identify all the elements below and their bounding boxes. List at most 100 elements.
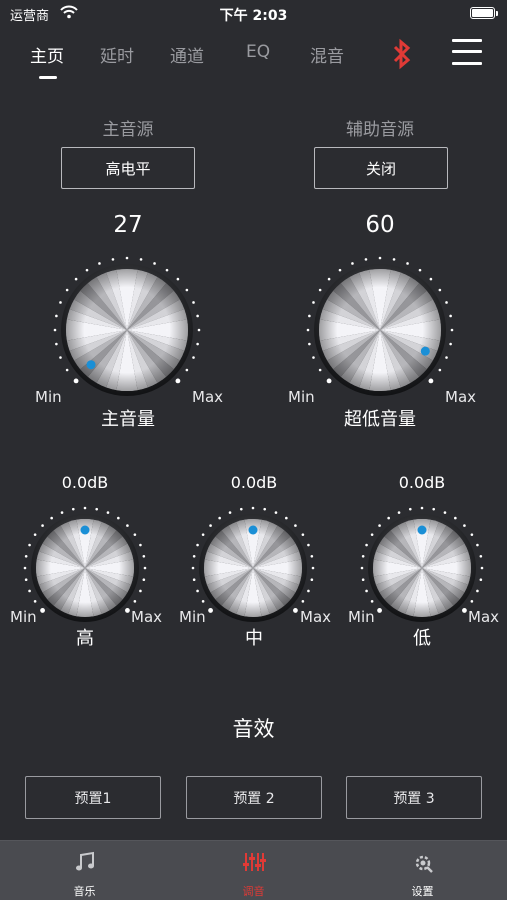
sub-knob-face-segment bbox=[322, 299, 380, 330]
master-knob-face-segment bbox=[116, 269, 127, 330]
mid-tick-dot bbox=[311, 566, 315, 570]
bottom-tab-tuning[interactable]: 调音 bbox=[169, 841, 338, 900]
master-tick-dot bbox=[65, 368, 69, 372]
mid-gain-max-label: Max bbox=[300, 608, 332, 626]
preset-3-button[interactable]: 预置 3 bbox=[346, 776, 482, 819]
mid-tick-dot bbox=[285, 516, 288, 520]
master-tick-dot bbox=[192, 356, 195, 359]
bottom-tab-bar: 音乐 调音 设置 bbox=[0, 840, 507, 900]
tab-delay[interactable]: 延时 bbox=[100, 42, 134, 67]
high-tick-dot bbox=[71, 507, 75, 511]
mid-knob-face-segment bbox=[253, 551, 302, 568]
mid-tick-dot bbox=[307, 543, 310, 547]
tab-mix[interactable]: 混音 bbox=[310, 42, 344, 67]
mid-knob-face-segment bbox=[253, 525, 285, 568]
mid-tick-dot bbox=[239, 507, 243, 511]
sub-tick-dot bbox=[326, 378, 332, 384]
low-knob-face-segment bbox=[422, 519, 431, 568]
low-tick-dot bbox=[432, 507, 436, 511]
high-knob-face-segment bbox=[85, 568, 94, 617]
master-knob-face-segment bbox=[127, 330, 188, 341]
sub-knob-face-segment bbox=[380, 269, 391, 330]
master-volume-label: 主音量 bbox=[101, 409, 155, 430]
sub-tick-dot bbox=[392, 258, 396, 261]
high-knob-face-segment bbox=[53, 525, 85, 568]
mid-knob-face-segment bbox=[204, 559, 253, 568]
hamburger-menu-icon[interactable] bbox=[452, 38, 482, 66]
master-tick-dot bbox=[59, 356, 62, 359]
low-knob-face-segment bbox=[413, 568, 422, 617]
master-tick-dot bbox=[74, 277, 78, 281]
high-knob-face-segment bbox=[85, 568, 110, 615]
low-knob-face-segment bbox=[422, 536, 465, 568]
master-knob-face-segment bbox=[69, 299, 127, 330]
master-knob-face-segment bbox=[69, 330, 127, 361]
bottom-tab-settings[interactable]: 设置 bbox=[338, 841, 507, 900]
aux-source-select[interactable]: 关闭 bbox=[314, 147, 448, 189]
master-knob-face-segment bbox=[96, 330, 127, 388]
preset-1-button[interactable]: 预置1 bbox=[25, 776, 161, 819]
mid-knob-face-segment bbox=[253, 568, 270, 617]
mid-knob-face-segment bbox=[221, 568, 253, 611]
low-knob-face-segment bbox=[390, 568, 422, 611]
mid-knob-face-segment bbox=[210, 568, 253, 600]
sub-knob[interactable] bbox=[306, 256, 454, 396]
mid-tick-dot bbox=[293, 608, 298, 613]
low-tick-dot bbox=[462, 608, 467, 613]
high-knob[interactable] bbox=[23, 506, 147, 622]
bluetooth-icon[interactable] bbox=[390, 38, 414, 74]
master-tick-dot bbox=[125, 256, 129, 260]
master-tick-dot bbox=[98, 262, 101, 265]
low-tick-dot bbox=[420, 506, 424, 510]
mid-knob-face-segment bbox=[228, 521, 253, 568]
status-bar: 运营商 下午 2:03 bbox=[0, 0, 507, 28]
tab-channel[interactable]: 通道 bbox=[170, 42, 204, 67]
low-knob-face-segment bbox=[422, 568, 469, 593]
high-knob-face-segment bbox=[85, 519, 102, 568]
master-tick-dot bbox=[53, 328, 57, 332]
high-tick-dot bbox=[142, 578, 146, 582]
sub-knob-face-segment bbox=[349, 272, 380, 330]
low-knob-face-segment bbox=[397, 568, 422, 615]
mid-knob-face-segment bbox=[253, 568, 262, 617]
sub-knob-face-segment bbox=[319, 309, 380, 330]
master-knob-face-segment bbox=[87, 330, 127, 383]
mid-knob-face-segment bbox=[253, 568, 302, 577]
mid-tick-dot bbox=[263, 507, 267, 511]
low-knob-face-segment bbox=[373, 568, 422, 585]
master-tick-dot bbox=[65, 288, 69, 292]
master-knob-face-segment bbox=[106, 269, 127, 330]
tab-home[interactable]: 主页 bbox=[30, 42, 64, 67]
mid-tick-dot bbox=[196, 589, 199, 593]
bottom-tab-music[interactable]: 音乐 bbox=[0, 841, 169, 900]
master-knob-face-segment bbox=[127, 277, 167, 330]
low-tick-dot bbox=[387, 516, 390, 520]
sub-knob-face-segment bbox=[340, 330, 380, 383]
master-knob-face-segment bbox=[127, 330, 185, 361]
low-tick-dot bbox=[377, 608, 382, 613]
high-knob-face-segment bbox=[85, 568, 132, 593]
mid-knob[interactable] bbox=[191, 506, 315, 622]
tab-eq[interactable]: EQ bbox=[246, 42, 270, 62]
high-tick-dot bbox=[106, 511, 110, 514]
mid-knob-face-segment bbox=[253, 568, 285, 611]
high-tick-dot bbox=[143, 566, 147, 570]
high-tick-dot bbox=[139, 543, 142, 547]
high-knob-face-segment bbox=[47, 568, 85, 606]
master-knob-face-segment bbox=[127, 330, 180, 370]
low-tick-dot bbox=[476, 589, 479, 593]
preset-2-button[interactable]: 预置 2 bbox=[186, 776, 322, 819]
master-tick-dot bbox=[139, 258, 143, 261]
high-knob-face-segment bbox=[42, 568, 85, 600]
master-knob[interactable] bbox=[53, 256, 201, 396]
high-knob-face-segment bbox=[53, 568, 85, 611]
high-tick-dot bbox=[125, 608, 130, 613]
mid-tick-dot bbox=[218, 516, 221, 520]
low-gain-value: 0.0dB bbox=[398, 473, 446, 492]
high-knob-face-segment bbox=[36, 559, 85, 568]
sub-knob-face-segment bbox=[380, 330, 433, 370]
low-knob[interactable] bbox=[360, 506, 484, 622]
master-tick-dot bbox=[55, 342, 58, 346]
high-knob-face-segment bbox=[85, 521, 110, 568]
main-source-select[interactable]: 高电平 bbox=[61, 147, 195, 189]
